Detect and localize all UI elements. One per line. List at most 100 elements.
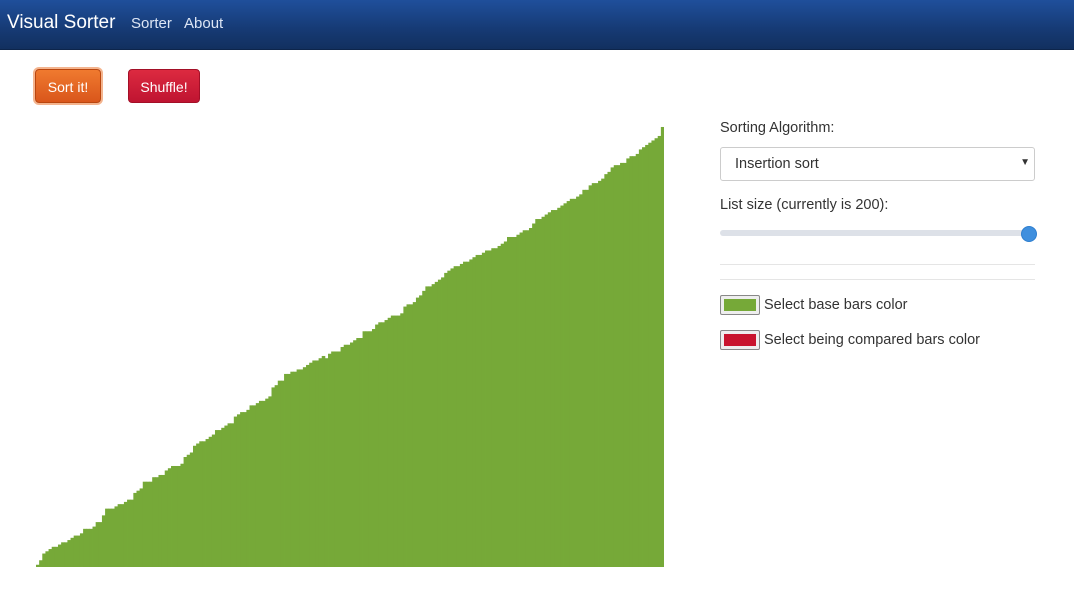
sort-bar [171, 465, 175, 567]
sort-bar [324, 358, 329, 567]
sort-bar [48, 549, 53, 567]
sort-bar [92, 526, 97, 567]
sort-bar [588, 185, 593, 567]
sort-bar [393, 315, 398, 567]
sort-bar [569, 198, 574, 567]
sort-bar [67, 540, 71, 567]
sort-bar [120, 504, 125, 567]
sort-bar [497, 245, 502, 567]
sort-bar [218, 430, 222, 567]
sort-bar [133, 492, 137, 567]
sort-bar [463, 261, 467, 567]
sort-bar [481, 252, 486, 567]
sort-bar [550, 210, 555, 567]
sort-bar [193, 445, 197, 567]
sort-bar [519, 232, 524, 567]
sort-button[interactable]: Sort it! [35, 69, 101, 103]
sort-bar [400, 313, 404, 567]
sort-bar [513, 236, 517, 567]
sort-bar [591, 183, 596, 567]
base-color-picker[interactable] [720, 295, 760, 315]
sort-bar [199, 441, 203, 567]
sort-bar [613, 165, 618, 567]
sort-bar [243, 412, 247, 567]
list-size-label: List size (currently is 200): [720, 197, 889, 213]
sort-bar [598, 180, 602, 567]
sort-bar [284, 373, 288, 567]
sort-bar [547, 212, 552, 567]
sort-bar [491, 248, 495, 567]
sort-bar [557, 207, 561, 567]
sort-bar [274, 385, 279, 567]
sort-bar [475, 254, 480, 567]
sort-bar [123, 501, 128, 567]
sort-bar [271, 387, 276, 567]
nav-link-sorter[interactable]: Sorter [131, 15, 172, 32]
sort-bar [98, 522, 103, 567]
sort-bar [516, 234, 520, 567]
sort-bar [353, 340, 357, 567]
sort-bar [95, 522, 100, 567]
sort-bar [108, 508, 112, 567]
nav-link-about[interactable]: About [184, 15, 223, 32]
sort-bar [507, 236, 511, 567]
sort-bar [258, 400, 263, 567]
sort-bar [629, 156, 633, 567]
compare-color-label: Select being compared bars color [764, 332, 981, 348]
sort-bar [70, 537, 75, 567]
sort-bar [390, 315, 395, 567]
algorithm-selected-value: Insertion sort [735, 156, 819, 172]
compare-color-picker[interactable] [720, 330, 760, 350]
sort-bar [224, 425, 228, 567]
sort-bar [356, 338, 360, 567]
sort-bar [205, 439, 210, 567]
sort-bar [604, 174, 608, 567]
sort-bar [227, 423, 232, 567]
sort-bar [174, 465, 178, 567]
sort-bar [503, 241, 508, 567]
sort-bar [472, 257, 476, 567]
sort-bar [221, 427, 225, 567]
sort-bar [660, 126, 664, 567]
sort-bar [350, 342, 354, 567]
list-size-slider-thumb[interactable] [1021, 226, 1037, 242]
sort-bar [397, 315, 401, 567]
sort-bar [127, 499, 131, 567]
sort-bar [375, 324, 379, 567]
sort-bar [86, 528, 90, 567]
sort-bar [180, 463, 184, 567]
shuffle-button[interactable]: Shuffle! [128, 69, 200, 103]
sort-bar [277, 380, 282, 567]
sort-bar [211, 434, 216, 567]
algorithm-select[interactable]: Insertion sort ▼ [720, 147, 1035, 181]
sort-bar [202, 441, 206, 567]
sort-bar [36, 564, 40, 567]
sort-bar [444, 272, 448, 567]
sort-bar [76, 535, 81, 567]
sort-bar [419, 295, 423, 567]
sort-bar [437, 279, 442, 567]
sort-bar [616, 165, 621, 567]
sort-bar [453, 266, 458, 567]
sort-bar [638, 149, 643, 567]
base-color-label: Select base bars color [764, 297, 908, 313]
sort-bar [572, 198, 577, 567]
sort-bar [51, 546, 56, 567]
sort-bar [186, 454, 191, 567]
list-size-slider[interactable] [720, 230, 1028, 236]
sort-bar [582, 189, 586, 567]
sort-bar [441, 277, 445, 567]
sort-bar [287, 373, 291, 567]
sort-bar [142, 481, 147, 567]
sort-bar [620, 162, 624, 567]
sort-bar [601, 178, 605, 567]
sort-bar [500, 243, 505, 567]
sort-bar [83, 528, 87, 567]
sort-bar [522, 230, 527, 567]
sort-bar [57, 544, 62, 567]
brand-title[interactable]: Visual Sorter [7, 12, 115, 34]
sort-bar [236, 414, 241, 567]
sort-bar [158, 474, 162, 567]
sort-bar [563, 203, 568, 567]
sort-bar [240, 412, 244, 567]
